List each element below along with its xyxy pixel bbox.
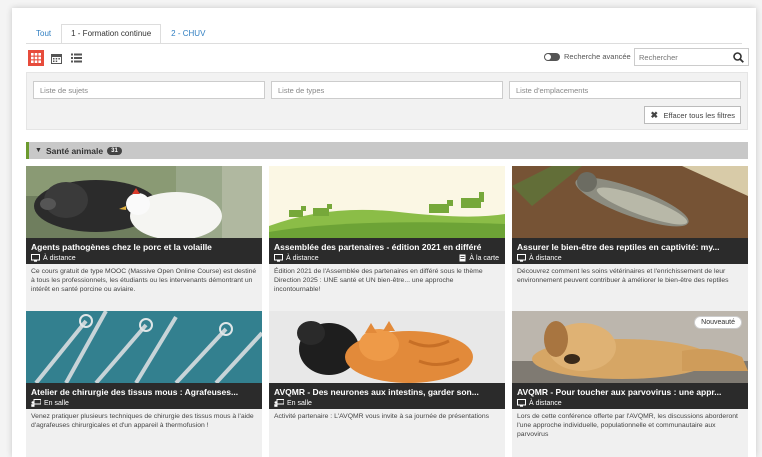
search-input[interactable] bbox=[635, 52, 730, 62]
card-mode: À distance bbox=[517, 254, 562, 262]
tab-bar: Tout 1 - Formation continue 2 - CHUV bbox=[26, 24, 215, 44]
types-select[interactable]: Liste de types bbox=[271, 81, 503, 99]
card-mode: En salle bbox=[274, 399, 312, 407]
card-mode: À distance bbox=[517, 399, 562, 407]
classroom-icon bbox=[274, 399, 284, 407]
card-image bbox=[269, 166, 505, 238]
tab-divider bbox=[26, 43, 742, 44]
card-title-bar: Atelier de chirurgie des tissus mous : A… bbox=[26, 383, 262, 409]
calendar-view-button[interactable] bbox=[48, 50, 64, 66]
document-icon bbox=[459, 254, 466, 262]
card-mode: En salle bbox=[31, 399, 69, 407]
monitor-icon bbox=[517, 254, 526, 262]
card-mode: À distance bbox=[31, 254, 76, 262]
card-format: À la carte bbox=[459, 254, 499, 262]
card-description: Lors de cette conférence offerte par l'A… bbox=[517, 413, 738, 438]
card-title: AVQMR - Pour toucher aux parvovirus : un… bbox=[517, 387, 722, 397]
card-title-bar: AVQMR - Pour toucher aux parvovirus : un… bbox=[512, 383, 748, 409]
search-icon[interactable] bbox=[733, 52, 744, 63]
card-title-bar: AVQMR - Des neurones aux intestins, gard… bbox=[269, 383, 505, 409]
subjects-select[interactable]: Liste de sujets bbox=[33, 81, 265, 99]
close-icon: ✖ bbox=[650, 110, 658, 120]
course-card[interactable]: Atelier de chirurgie des tissus mous : A… bbox=[26, 311, 262, 457]
monitor-icon bbox=[517, 399, 526, 407]
card-title: Assurer le bien-être des reptiles en cap… bbox=[517, 242, 720, 252]
card-title: AVQMR - Des neurones aux intestins, gard… bbox=[274, 387, 479, 397]
chevron-down-icon: ▼ bbox=[35, 147, 42, 154]
card-description: Découvrez comment les soins vétérinaires… bbox=[517, 268, 729, 284]
catalog-window: Tout 1 - Formation continue 2 - CHUV Rec… bbox=[12, 8, 756, 457]
new-badge: Nouveauté bbox=[694, 316, 742, 329]
count-badge: 31 bbox=[107, 146, 122, 155]
search-box bbox=[634, 48, 749, 66]
card-description: Ce cours gratuit de type MOOC (Massive O… bbox=[31, 268, 257, 293]
course-card[interactable]: Assemblée des partenaires - édition 2021… bbox=[269, 166, 505, 314]
course-card[interactable]: Assurer le bien-être des reptiles en cap… bbox=[512, 166, 748, 314]
section-title: Santé animale bbox=[45, 145, 104, 156]
tab-formation-continue[interactable]: 1 - Formation continue bbox=[61, 24, 162, 44]
filter-panel: Liste de sujets Liste de types Liste d'e… bbox=[26, 72, 748, 130]
advanced-search-toggle[interactable] bbox=[544, 52, 560, 61]
advanced-search-label: Recherche avancée bbox=[564, 52, 631, 61]
card-title: Atelier de chirurgie des tissus mous : A… bbox=[31, 387, 239, 397]
card-title: Assemblée des partenaires - édition 2021… bbox=[274, 242, 482, 252]
section-header[interactable]: ▼ Santé animale 31 bbox=[26, 142, 748, 159]
locations-select[interactable]: Liste d'emplacements bbox=[509, 81, 741, 99]
card-title: Agents pathogènes chez le porc et la vol… bbox=[31, 242, 212, 252]
card-description: Activité partenaire : L'AVQMR vous invit… bbox=[274, 413, 490, 420]
list-icon bbox=[70, 53, 82, 63]
course-card[interactable]: Nouveauté AVQMR - Pour toucher aux parvo… bbox=[512, 311, 748, 457]
grid-icon bbox=[31, 53, 41, 63]
course-card[interactable]: Agents pathogènes chez le porc et la vol… bbox=[26, 166, 262, 314]
view-switcher bbox=[28, 50, 84, 66]
card-description: Édition 2021 de l'Assemblée des partenai… bbox=[274, 268, 483, 293]
card-title-bar: Assurer le bien-être des reptiles en cap… bbox=[512, 238, 748, 264]
grid-view-button[interactable] bbox=[28, 50, 44, 66]
card-image bbox=[269, 311, 505, 383]
clear-filters-button[interactable]: ✖ Effacer tous les filtres bbox=[644, 106, 741, 124]
card-title-bar: Agents pathogènes chez le porc et la vol… bbox=[26, 238, 262, 264]
card-image bbox=[26, 311, 262, 383]
card-description: Venez pratiquer plusieurs techniques de … bbox=[31, 413, 254, 429]
course-card[interactable]: AVQMR - Des neurones aux intestins, gard… bbox=[269, 311, 505, 457]
monitor-icon bbox=[31, 254, 40, 262]
monitor-icon bbox=[274, 254, 283, 262]
card-image bbox=[26, 166, 262, 238]
advanced-search-toggle-group: Recherche avancée bbox=[544, 52, 631, 61]
classroom-icon bbox=[31, 399, 41, 407]
clear-filters-label: Effacer tous les filtres bbox=[663, 111, 735, 120]
tab-chuv[interactable]: 2 - CHUV bbox=[161, 24, 215, 44]
tab-tout[interactable]: Tout bbox=[26, 24, 61, 44]
card-title-bar: Assemblée des partenaires - édition 2021… bbox=[269, 238, 505, 264]
calendar-icon bbox=[50, 53, 62, 64]
list-view-button[interactable] bbox=[68, 50, 84, 66]
card-mode: À distance bbox=[274, 254, 319, 262]
card-image bbox=[512, 166, 748, 238]
